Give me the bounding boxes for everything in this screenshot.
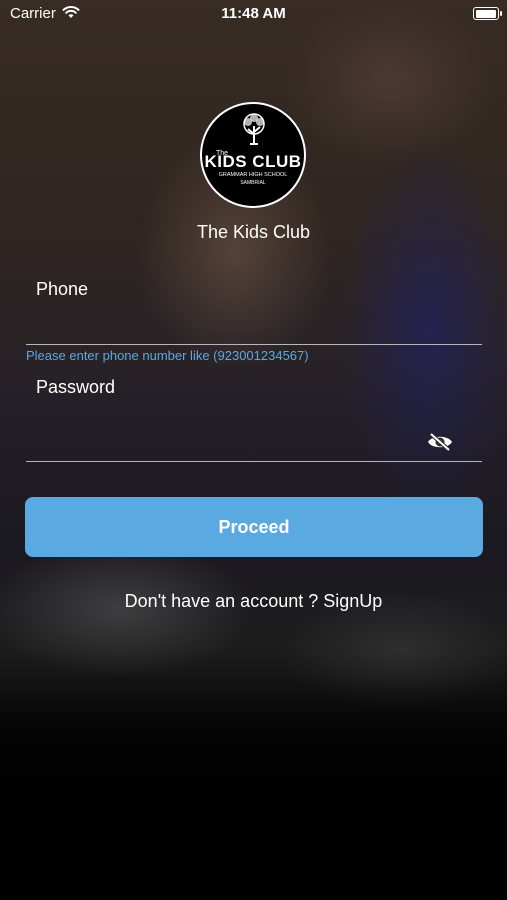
phone-label: Phone xyxy=(36,279,89,299)
phone-hint: Please enter phone number like (92300123… xyxy=(26,348,309,363)
app-title: The Kids Club xyxy=(196,222,311,242)
battery-icon xyxy=(473,7,502,20)
logo-main-text: KIDS CLUB xyxy=(204,152,302,171)
phone-underline xyxy=(26,344,482,345)
status-bar: Carrier 11:48 AM xyxy=(0,0,507,28)
signup-row: Don't have an account ? SignUp xyxy=(0,591,507,612)
school-logo: The KIDS CLUB GRAMMAR HIGH SCHOOL SAMBRI… xyxy=(200,102,306,208)
password-label: Password xyxy=(36,377,116,397)
signup-prompt: Don't have an account ? xyxy=(124,591,319,611)
logo-location-text: SAMBRIAL xyxy=(240,180,266,186)
eye-slash-icon[interactable] xyxy=(426,432,454,452)
tree-icon xyxy=(243,113,265,145)
password-underline xyxy=(26,461,482,462)
password-input[interactable] xyxy=(26,426,416,454)
proceed-button[interactable]: Proceed xyxy=(25,497,483,557)
phone-input[interactable] xyxy=(26,312,482,340)
logo-sub-text: GRAMMAR HIGH SCHOOL xyxy=(218,172,288,178)
signup-link[interactable]: SignUp xyxy=(323,591,382,611)
battery-level xyxy=(475,9,496,18)
clock: 11:48 AM xyxy=(221,5,286,22)
